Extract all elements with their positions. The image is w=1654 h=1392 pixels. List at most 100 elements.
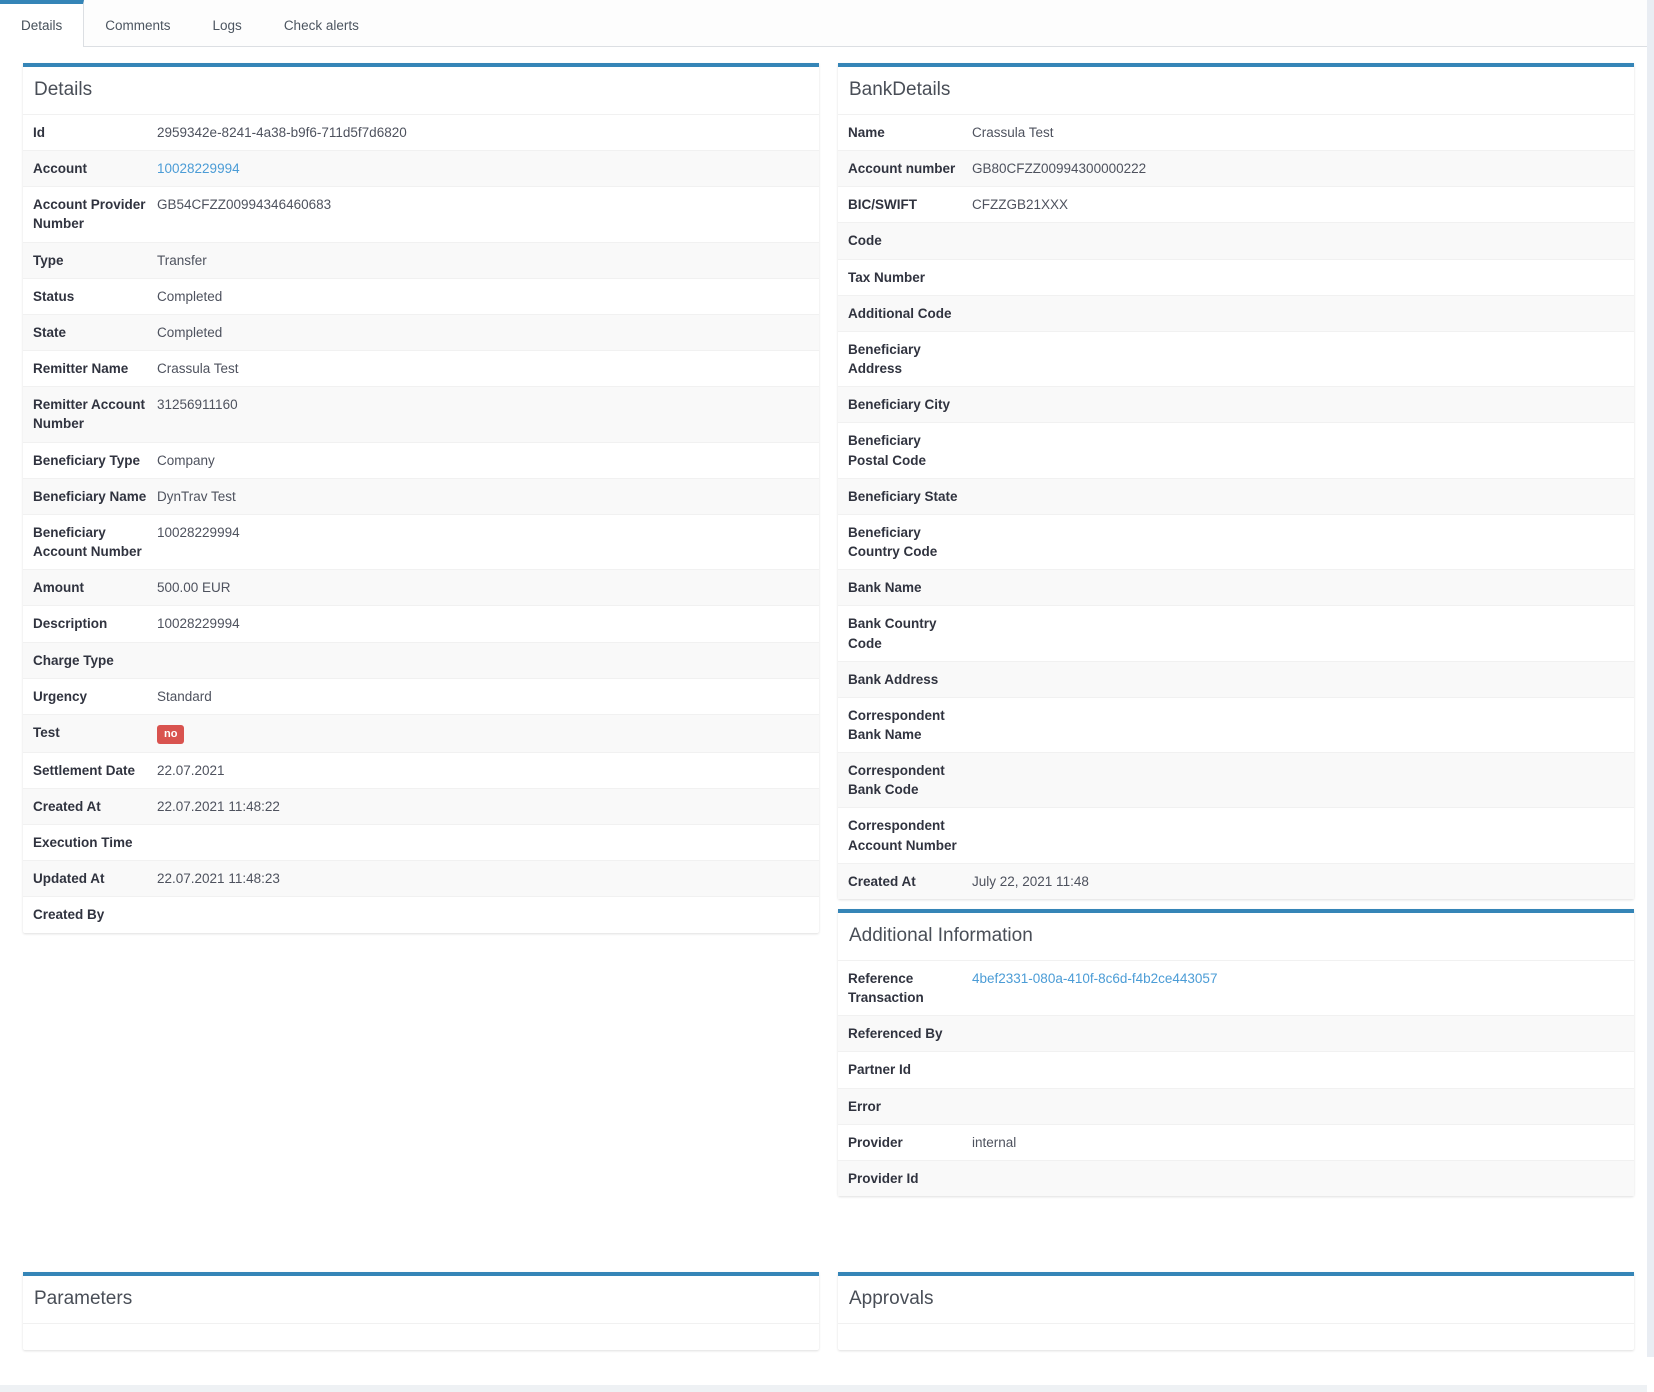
label-created-at: Created At xyxy=(848,872,972,891)
bank-details-rows: NameCrassula TestAccount numberGB80CFZZ0… xyxy=(838,114,1634,899)
row-beneficiary-account-number: Beneficiary Account Number10028229994 xyxy=(23,514,819,569)
value-bic-swift: CFZZGB21XXX xyxy=(972,195,1624,214)
value-provider-id xyxy=(972,1169,1624,1188)
row-status: StatusCompleted xyxy=(23,278,819,314)
value-partner-id xyxy=(972,1060,1624,1079)
row-beneficiary-postal-code: Beneficiary Postal Code xyxy=(838,422,1634,477)
value-additional-code xyxy=(972,304,1624,323)
approvals-panel-title: Approvals xyxy=(838,1276,1634,1323)
row-type: TypeTransfer xyxy=(23,242,819,278)
value-beneficiary-address xyxy=(972,340,1624,378)
label-updated-at: Updated At xyxy=(33,869,157,888)
label-bank-name: Bank Name xyxy=(848,578,972,597)
label-correspondent-bank-code: Correspondent Bank Code xyxy=(848,761,972,799)
label-additional-code: Additional Code xyxy=(848,304,972,323)
row-execution-time: Execution Time xyxy=(23,824,819,860)
label-test: Test xyxy=(33,723,157,744)
label-beneficiary-account-number: Beneficiary Account Number xyxy=(33,523,157,561)
label-beneficiary-name: Beneficiary Name xyxy=(33,487,157,506)
label-remitter-account-number: Remitter Account Number xyxy=(33,395,157,433)
value-created-at: July 22, 2021 11:48 xyxy=(972,872,1624,891)
label-reference-transaction: Reference Transaction xyxy=(848,969,972,1007)
value-urgency: Standard xyxy=(157,687,809,706)
row-account-number: Account numberGB80CFZZ00994300000222 xyxy=(838,150,1634,186)
row-amount: Amount500.00 EUR xyxy=(23,569,819,605)
label-correspondent-bank-name: Correspondent Bank Name xyxy=(848,706,972,744)
vertical-scrollbar[interactable] xyxy=(1647,0,1654,1357)
row-bank-name: Bank Name xyxy=(838,569,1634,605)
details-panel-title: Details xyxy=(23,67,819,114)
row-beneficiary-address: Beneficiary Address xyxy=(838,331,1634,386)
label-beneficiary-state: Beneficiary State xyxy=(848,487,972,506)
label-created-by: Created By xyxy=(33,905,157,924)
tab-check-alerts[interactable]: Check alerts xyxy=(263,0,380,46)
row-beneficiary-city: Beneficiary City xyxy=(838,386,1634,422)
value-description: 10028229994 xyxy=(157,614,809,633)
row-charge-type: Charge Type xyxy=(23,642,819,678)
value-remitter-account-number: 31256911160 xyxy=(157,395,809,433)
row-bank-country-code: Bank Country Code xyxy=(838,605,1634,660)
row-correspondent-bank-code: Correspondent Bank Code xyxy=(838,752,1634,807)
label-beneficiary-postal-code: Beneficiary Postal Code xyxy=(848,431,972,469)
row-beneficiary-name: Beneficiary NameDynTrav Test xyxy=(23,478,819,514)
row-account-provider-number: Account Provider NumberGB54CFZZ009943464… xyxy=(23,186,819,241)
label-name: Name xyxy=(848,123,972,142)
reference-transaction-link[interactable]: 4bef2331-080a-410f-8c6d-f4b2ce443057 xyxy=(972,971,1217,986)
row-settlement-date: Settlement Date22.07.2021 xyxy=(23,752,819,788)
bank-details-panel-title: BankDetails xyxy=(838,67,1634,114)
value-reference-transaction: 4bef2331-080a-410f-8c6d-f4b2ce443057 xyxy=(972,969,1624,1007)
value-referenced-by xyxy=(972,1024,1624,1043)
row-name: NameCrassula Test xyxy=(838,114,1634,150)
additional-information-panel-title: Additional Information xyxy=(838,913,1634,960)
label-account-provider-number: Account Provider Number xyxy=(33,195,157,233)
row-beneficiary-state: Beneficiary State xyxy=(838,478,1634,514)
row-provider: Providerinternal xyxy=(838,1124,1634,1160)
row-remitter-account-number: Remitter Account Number31256911160 xyxy=(23,386,819,441)
horizontal-scrollbar[interactable] xyxy=(0,1385,1647,1392)
tab-content: Details Id2959342e-8241-4a38-b9f6-711d5f… xyxy=(0,47,1654,1392)
value-beneficiary-country-code xyxy=(972,523,1624,561)
row-error: Error xyxy=(838,1088,1634,1124)
value-code xyxy=(972,231,1624,250)
label-error: Error xyxy=(848,1097,972,1116)
value-charge-type xyxy=(157,651,809,670)
label-urgency: Urgency xyxy=(33,687,157,706)
label-execution-time: Execution Time xyxy=(33,833,157,852)
tab-logs[interactable]: Logs xyxy=(192,0,263,46)
row-updated-at: Updated At22.07.2021 11:48:23 xyxy=(23,860,819,896)
value-beneficiary-name: DynTrav Test xyxy=(157,487,809,506)
label-created-at: Created At xyxy=(33,797,157,816)
value-provider: internal xyxy=(972,1133,1624,1152)
test-badge: no xyxy=(157,725,184,744)
row-created-by: Created By xyxy=(23,896,819,932)
label-correspondent-account-number: Correspondent Account Number xyxy=(848,816,972,854)
additional-information-panel: Additional Information Reference Transac… xyxy=(838,909,1634,1196)
value-state: Completed xyxy=(157,323,809,342)
label-tax-number: Tax Number xyxy=(848,268,972,287)
value-correspondent-bank-code xyxy=(972,761,1624,799)
row-tax-number: Tax Number xyxy=(838,259,1634,295)
value-account: 10028229994 xyxy=(157,159,809,178)
value-beneficiary-type: Company xyxy=(157,451,809,470)
row-bank-address: Bank Address xyxy=(838,661,1634,697)
value-test: no xyxy=(157,723,809,744)
account-link[interactable]: 10028229994 xyxy=(157,161,240,176)
value-status: Completed xyxy=(157,287,809,306)
tab-details[interactable]: Details xyxy=(0,0,84,47)
label-settlement-date: Settlement Date xyxy=(33,761,157,780)
label-bank-address: Bank Address xyxy=(848,670,972,689)
value-settlement-date: 22.07.2021 xyxy=(157,761,809,780)
value-updated-at: 22.07.2021 11:48:23 xyxy=(157,869,809,888)
value-account-provider-number: GB54CFZZ00994346460683 xyxy=(157,195,809,233)
row-partner-id: Partner Id xyxy=(838,1051,1634,1087)
right-column-stack: BankDetails NameCrassula TestAccount num… xyxy=(838,63,1634,1196)
row-state: StateCompleted xyxy=(23,314,819,350)
value-amount: 500.00 EUR xyxy=(157,578,809,597)
label-charge-type: Charge Type xyxy=(33,651,157,670)
approvals-empty-row xyxy=(838,1323,1634,1350)
tab-comments[interactable]: Comments xyxy=(84,0,191,46)
label-beneficiary-address: Beneficiary Address xyxy=(848,340,972,378)
row-test: Testno xyxy=(23,714,819,752)
value-bank-country-code xyxy=(972,614,1624,652)
label-id: Id xyxy=(33,123,157,142)
